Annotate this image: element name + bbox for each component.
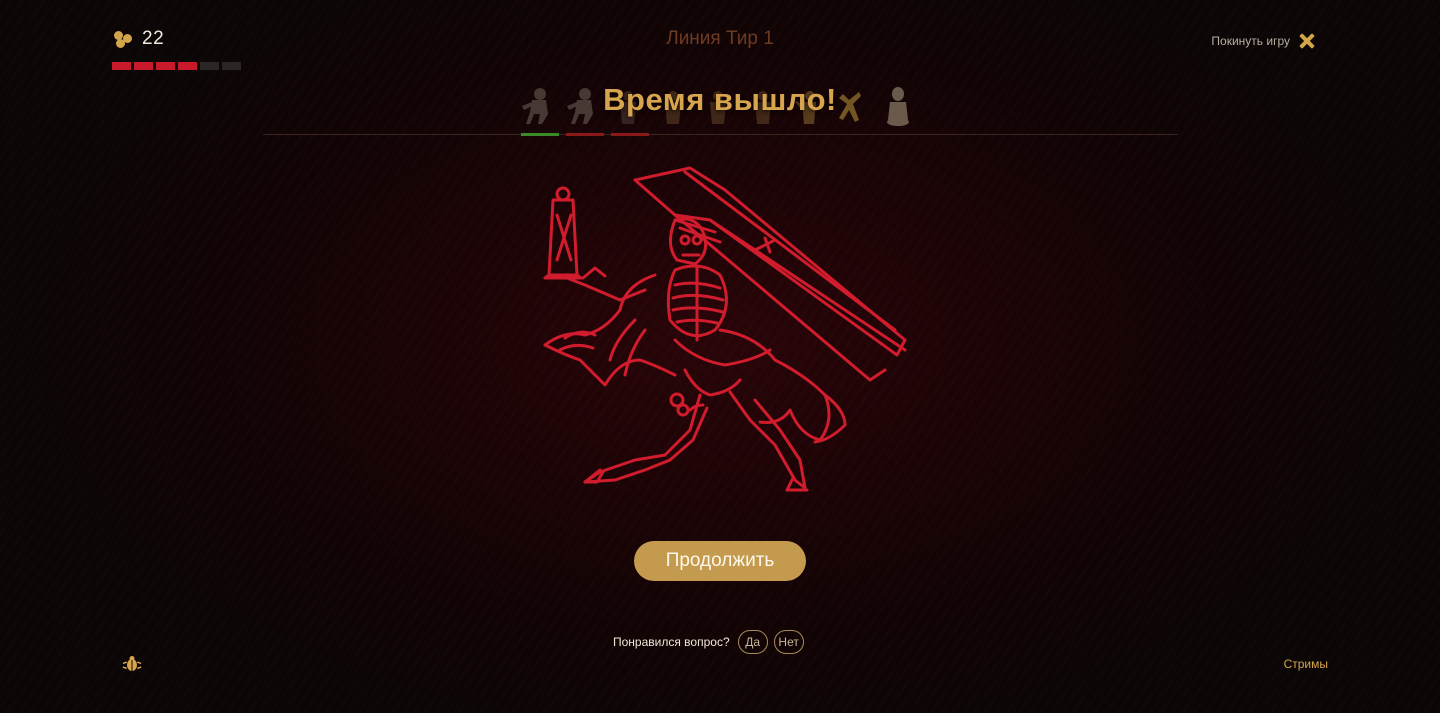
life-segment: [156, 62, 175, 70]
divider: [263, 134, 1178, 135]
life-segment: [134, 62, 153, 70]
feedback-no-button[interactable]: Нет: [773, 630, 804, 654]
streams-link[interactable]: Стримы: [1284, 657, 1328, 671]
question-feedback: Понравился вопрос? Да Нет: [613, 630, 804, 654]
bug-report-icon[interactable]: [122, 654, 142, 674]
continue-button[interactable]: Продолжить: [634, 541, 806, 581]
feedback-question: Понравился вопрос?: [613, 635, 730, 649]
round-progress: [521, 133, 649, 136]
feedback-yes-button[interactable]: Да: [737, 630, 768, 654]
progress-mark-wrong: [566, 133, 604, 136]
progress-mark-correct: [521, 133, 559, 136]
life-segment: [178, 62, 197, 70]
life-segment: [222, 62, 241, 70]
progress-mark-wrong: [611, 133, 649, 136]
round-result-title: Время вышло!: [603, 82, 837, 117]
lives-bar: [112, 62, 241, 70]
death-skeleton-illustration: [543, 166, 907, 492]
close-icon[interactable]: [1298, 32, 1316, 50]
life-segment: [200, 62, 219, 70]
leave-game-button[interactable]: Покинуть игру: [1211, 32, 1316, 50]
life-segment: [112, 62, 131, 70]
leave-game-label: Покинуть игру: [1211, 34, 1290, 48]
